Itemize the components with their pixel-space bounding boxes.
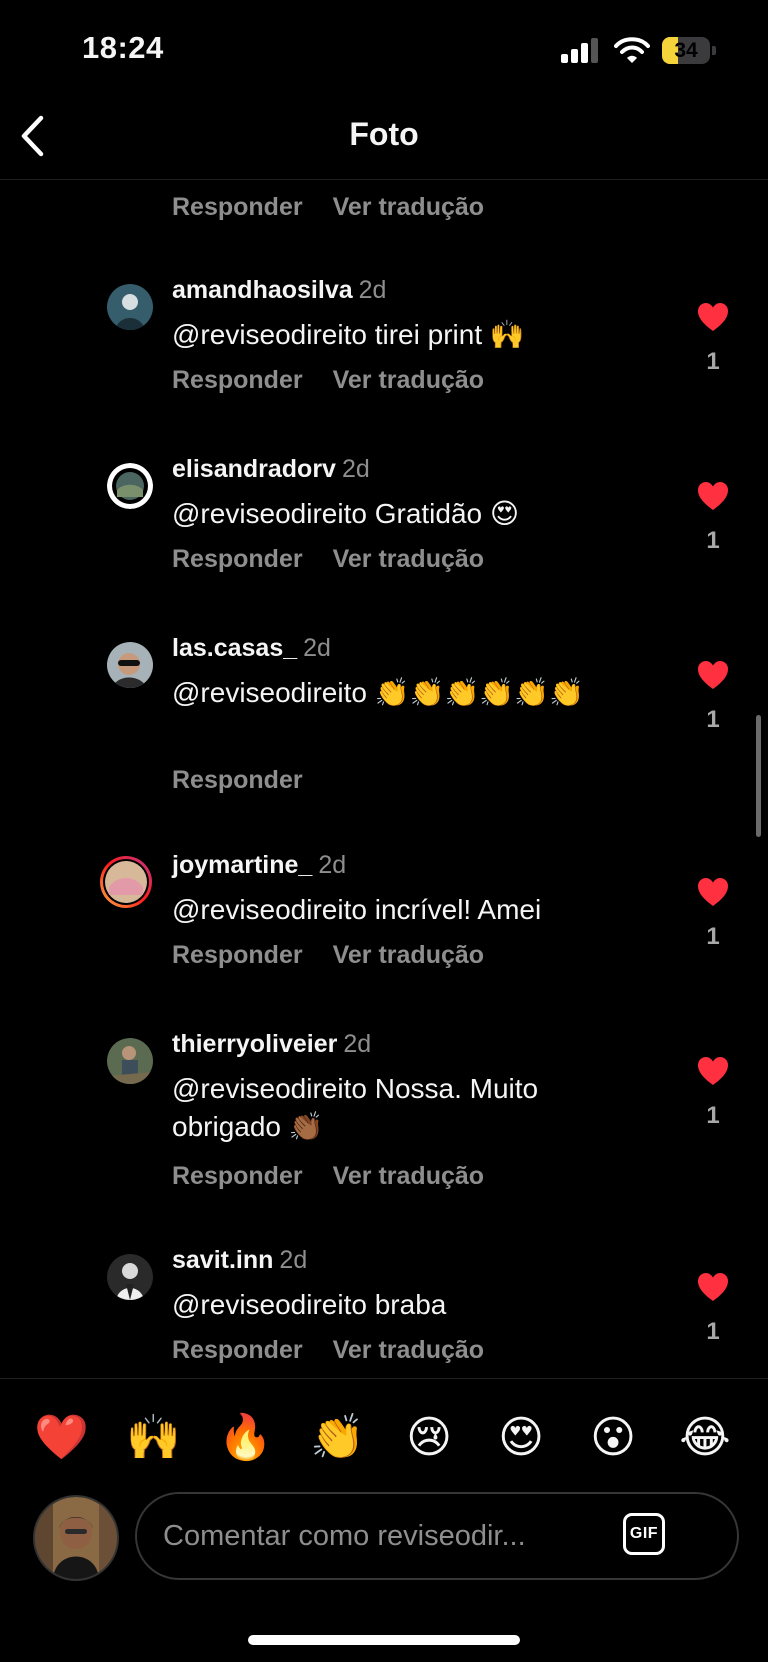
- like-count: 1: [706, 706, 720, 733]
- comment-header: las.casas_ 2d: [172, 634, 331, 663]
- battery-icon: 34: [662, 37, 716, 64]
- comment-header: elisandradorv 2d: [172, 455, 370, 484]
- reaction-heart-eyes[interactable]: 😍: [494, 1411, 548, 1465]
- heart-icon[interactable]: [697, 1272, 729, 1302]
- username[interactable]: elisandradorv: [172, 455, 336, 483]
- comment-time: 2d: [341, 455, 370, 483]
- heart-icon[interactable]: [697, 302, 729, 332]
- avatar[interactable]: [107, 284, 153, 330]
- comment-time: 2d: [303, 634, 331, 662]
- gif-button[interactable]: GIF: [623, 1513, 665, 1555]
- comments-list[interactable]: Responder Ver tradução amandhaosilva 2d @r…: [0, 180, 768, 1377]
- quick-reactions: ❤️ 🙌 🔥 👏 😢 😍 😮 😂: [0, 1378, 768, 1487]
- reaction-laughing[interactable]: 😂: [678, 1411, 732, 1465]
- avatar[interactable]: [99, 855, 153, 909]
- previous-comment-actions: Responder Ver tradução: [172, 193, 484, 223]
- status-bar: 18:24 34: [0, 0, 768, 100]
- like-count: 1: [706, 348, 720, 375]
- comment-input[interactable]: [161, 1508, 605, 1564]
- comment-actions: Responder: [172, 766, 303, 795]
- comment-text: @reviseodireito Nossa. Muito obrigado 👏🏾: [172, 1073, 539, 1142]
- avatar[interactable]: [107, 642, 153, 688]
- comment-text: @reviseodireito tirei print 🙌: [172, 319, 525, 350]
- comment-text: @reviseodireito Gratidão 😍: [172, 498, 520, 529]
- reaction-crying[interactable]: 😢: [402, 1411, 456, 1465]
- comment-header: savit.inn 2d: [172, 1246, 307, 1275]
- reply-button[interactable]: Responder: [172, 941, 303, 969]
- avatar[interactable]: [107, 1254, 153, 1300]
- page-title: Foto: [349, 116, 419, 152]
- comment-time: 2d: [318, 851, 347, 879]
- comment-actions: Responder Ver tradução: [172, 545, 484, 574]
- reaction-raising-hands[interactable]: 🙌: [126, 1411, 181, 1465]
- like-count: 1: [706, 923, 720, 950]
- reaction-surprised[interactable]: 😮: [586, 1411, 640, 1465]
- battery-level: 34: [674, 39, 698, 62]
- reply-button[interactable]: Responder: [172, 545, 303, 573]
- comment-header: amandhaosilva 2d: [172, 276, 386, 305]
- home-indicator: [248, 1635, 520, 1645]
- comment-text: @reviseodireito incrível! Amei: [172, 894, 542, 925]
- heart-icon[interactable]: [697, 481, 729, 511]
- nav-bar: Foto: [0, 100, 768, 180]
- cellular-signal-icon: [561, 38, 599, 63]
- wifi-icon: [614, 37, 650, 63]
- user-avatar[interactable]: [33, 1495, 119, 1581]
- comment-time: 2d: [358, 276, 387, 304]
- comment-input-wrapper: GIF: [135, 1492, 739, 1580]
- comment-actions: Responder Ver tradução: [172, 1336, 484, 1365]
- username[interactable]: las.casas_: [172, 634, 297, 662]
- comment-actions: Responder Ver tradução: [172, 941, 484, 970]
- reaction-clapping[interactable]: 👏: [310, 1411, 365, 1465]
- reaction-heart[interactable]: ❤️: [34, 1411, 89, 1465]
- username[interactable]: savit.inn: [172, 1246, 273, 1274]
- scrollbar[interactable]: [756, 715, 761, 837]
- reply-button[interactable]: Responder: [172, 766, 303, 794]
- heart-icon[interactable]: [697, 660, 729, 690]
- comment-time: 2d: [279, 1246, 308, 1274]
- comment-text: @reviseodireito 👏👏👏👏👏👏: [172, 677, 584, 708]
- reply-button[interactable]: Responder: [172, 366, 303, 394]
- translate-button[interactable]: Ver tradução: [333, 193, 484, 221]
- heart-icon[interactable]: [697, 877, 729, 907]
- reply-button[interactable]: Responder: [172, 193, 303, 221]
- reply-button[interactable]: Responder: [172, 1336, 303, 1364]
- username[interactable]: amandhaosilva: [172, 276, 353, 304]
- status-time: 18:24: [82, 30, 164, 65]
- avatar[interactable]: [107, 1038, 153, 1084]
- reply-button[interactable]: Responder: [172, 1162, 303, 1190]
- heart-icon[interactable]: [697, 1056, 729, 1086]
- translate-button[interactable]: Ver tradução: [333, 1336, 484, 1364]
- comment-actions: Responder Ver tradução: [172, 1162, 484, 1191]
- username[interactable]: joymartine_: [172, 851, 312, 879]
- translate-button[interactable]: Ver tradução: [333, 941, 484, 969]
- translate-button[interactable]: Ver tradução: [333, 545, 484, 573]
- comment-header: thierryoliveier 2d: [172, 1030, 371, 1059]
- like-count: 1: [706, 527, 720, 554]
- comment-text: @reviseodireito braba: [172, 1289, 447, 1320]
- comment-time: 2d: [343, 1030, 372, 1058]
- username[interactable]: thierryoliveier: [172, 1030, 337, 1058]
- avatar[interactable]: [107, 463, 153, 509]
- translate-button[interactable]: Ver tradução: [333, 1162, 484, 1190]
- comment-actions: Responder Ver tradução: [172, 366, 484, 395]
- comment-composer: GIF: [0, 1488, 768, 1598]
- comment-header: joymartine_ 2d: [172, 851, 346, 880]
- like-count: 1: [706, 1318, 720, 1345]
- translate-button[interactable]: Ver tradução: [333, 366, 484, 394]
- like-count: 1: [706, 1102, 720, 1129]
- reaction-fire[interactable]: 🔥: [218, 1411, 273, 1465]
